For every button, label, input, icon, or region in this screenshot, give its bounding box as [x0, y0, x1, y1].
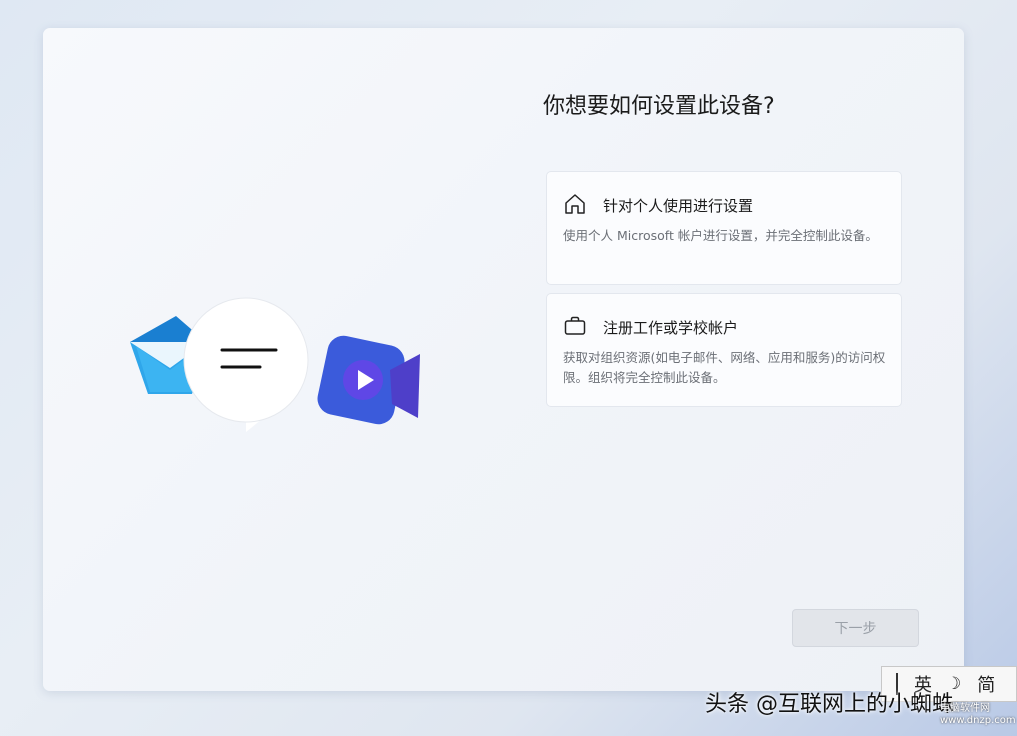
- watermark-site-name: 电脑软件网: [940, 703, 990, 714]
- option-description: 使用个人 Microsoft 帐户进行设置，并完全控制此设备。: [563, 228, 878, 243]
- option-work-school[interactable]: 注册工作或学校帐户 获取对组织资源(如电子邮件、网络、应用和服务)的访问权限。组…: [546, 293, 902, 407]
- chat-bubble-icon: [183, 297, 309, 432]
- option-description: 获取对组织资源(如电子邮件、网络、应用和服务)的访问权限。组织将完全控制此设备。: [563, 350, 886, 385]
- next-button[interactable]: 下一步: [792, 609, 919, 647]
- watermark-site-url: www.dnzp.com: [940, 715, 1016, 726]
- page-title: 你想要如何设置此设备?: [543, 94, 775, 119]
- ime-mode-toggle[interactable]: 简: [977, 671, 995, 697]
- option-personal-use[interactable]: 针对个人使用进行设置 使用个人 Microsoft 帐户进行设置，并完全控制此设…: [546, 171, 902, 285]
- video-camera-icon: [317, 335, 420, 425]
- watermark-site: 电脑软件网 www.dnzp.com: [940, 703, 1016, 727]
- home-icon: [565, 194, 585, 214]
- oobe-window: 你想要如何设置此设备? 针对个人使用进行设置 使用个人 Microsoft 帐户…: [43, 28, 964, 691]
- option-title: 针对个人使用进行设置: [603, 197, 754, 215]
- watermark-text: 头条 @互联网上的小蜘蛛: [705, 692, 954, 717]
- briefcase-icon: [564, 316, 586, 335]
- apps-illustration: [130, 297, 420, 432]
- option-title: 注册工作或学校帐户: [603, 319, 739, 337]
